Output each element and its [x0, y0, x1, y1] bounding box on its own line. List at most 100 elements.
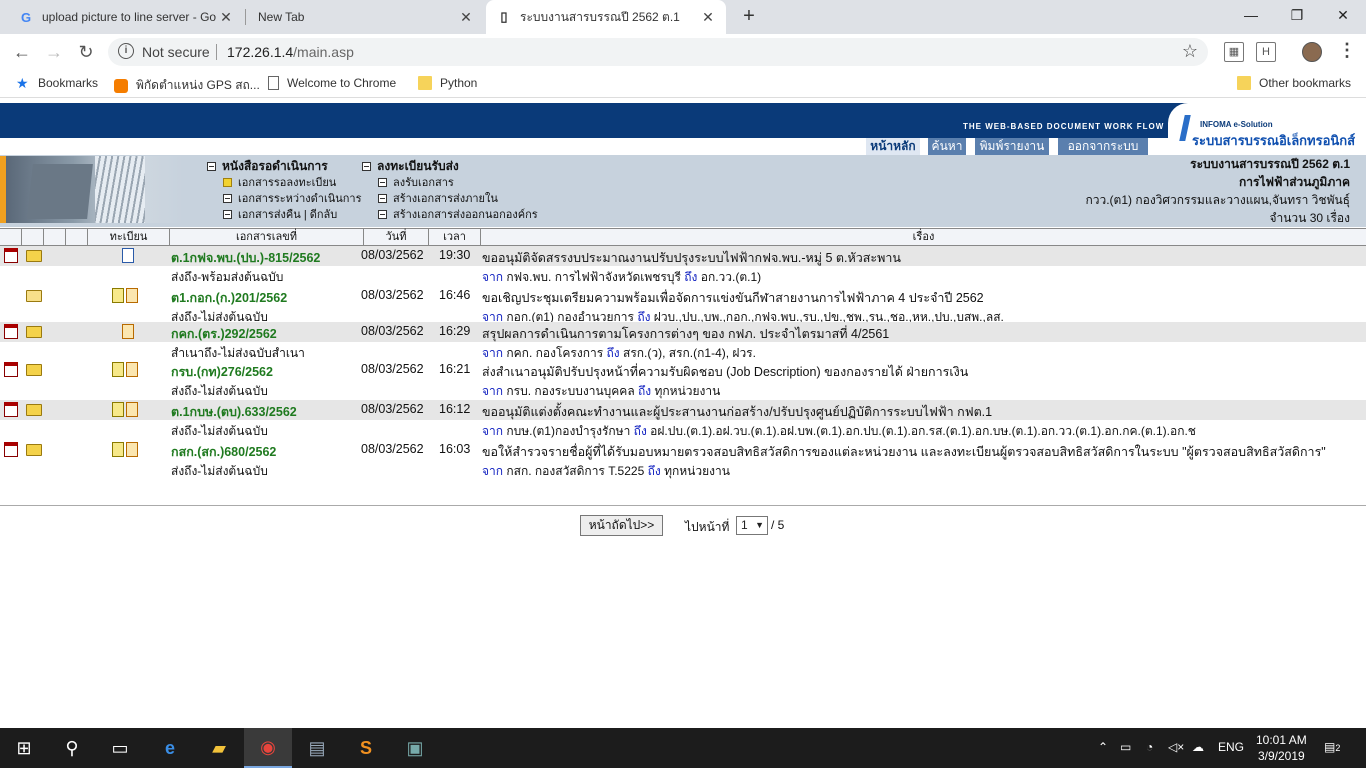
document-app-icon[interactable]: ▤: [293, 728, 341, 768]
document-icon[interactable]: [112, 442, 124, 457]
chevron-up-icon[interactable]: ⌃: [1098, 740, 1108, 754]
open-folder-icon[interactable]: [26, 290, 42, 302]
windows-start-icon[interactable]: ⊞: [0, 728, 48, 768]
onedrive-icon[interactable]: ☁: [1192, 740, 1204, 754]
menu-item-internal[interactable]: สร้างเอกสารส่งภายใน: [362, 190, 538, 206]
folder-icon[interactable]: [26, 404, 42, 416]
menu-item-receive[interactable]: ลงรับเอกสาร: [362, 174, 538, 190]
bookmark-python[interactable]: Python: [418, 76, 477, 90]
info-icon[interactable]: i: [118, 43, 134, 59]
table-row[interactable]: กรบ.(กท)276/2562 08/03/2562 16:21 ส่งสำเ…: [0, 360, 1366, 400]
maximize-button[interactable]: ❐: [1274, 0, 1320, 30]
nav-print-report[interactable]: พิมพ์รายงาน: [975, 138, 1049, 155]
doc-subject[interactable]: ขอให้สำรวจรายชื่อผู้ที่ได้รับมอบหมายตรวจ…: [482, 442, 1366, 462]
doc-number[interactable]: ต.1กฟจ.พบ.(ปบ.)-815/2562: [171, 248, 320, 268]
qr-extension-icon[interactable]: ▦: [1224, 42, 1244, 62]
column-header-time[interactable]: เวลา: [429, 229, 481, 245]
folder-icon[interactable]: [26, 364, 42, 376]
profile-avatar[interactable]: [1302, 42, 1322, 62]
bookmark-welcome[interactable]: Welcome to Chrome: [268, 76, 396, 90]
menu-item-await-register[interactable]: เอกสารรอลงทะเบียน: [207, 174, 361, 190]
notification-icon[interactable]: ▤2: [1324, 740, 1340, 754]
forward-button[interactable]: →: [42, 40, 66, 64]
doc-subject[interactable]: ขอเชิญประชุมเตรียมความพร้อมเพื่อจัดการแข…: [482, 288, 984, 308]
document-icon[interactable]: [126, 402, 138, 417]
doc-number[interactable]: ต.1กบษ.(ตบ).633/2562: [171, 402, 297, 422]
search-icon[interactable]: ⚲: [48, 728, 96, 768]
chrome-menu-icon[interactable]: ⋮: [1338, 40, 1356, 61]
table-row[interactable]: ต.1กฟจ.พบ.(ปบ.)-815/2562 08/03/2562 19:3…: [0, 246, 1366, 286]
column-header-subject[interactable]: เรื่อง: [481, 229, 1366, 245]
tab-new-tab[interactable]: New Tab ✕: [248, 0, 484, 34]
close-icon[interactable]: ✕: [700, 9, 716, 26]
close-icon[interactable]: ✕: [218, 9, 234, 26]
bookmark-bookmarks[interactable]: ★ Bookmarks: [16, 76, 98, 90]
page-select[interactable]: 1 ▼: [736, 516, 768, 535]
document-icon[interactable]: [126, 442, 138, 457]
doc-number[interactable]: กคก.(ตร.)292/2562: [171, 324, 277, 344]
menu-group-title[interactable]: หนังสือรอดำเนินการ: [207, 158, 361, 174]
document-icon[interactable]: [126, 362, 138, 377]
pdf-icon[interactable]: [4, 362, 18, 377]
doc-number[interactable]: กรบ.(กท)276/2562: [171, 362, 273, 382]
nav-logout[interactable]: ออกจากระบบ: [1058, 138, 1148, 155]
collapse-icon[interactable]: [207, 161, 216, 171]
language-indicator[interactable]: ENG: [1218, 740, 1244, 754]
sublime-text-icon[interactable]: S: [342, 728, 390, 768]
battery-icon[interactable]: ▭: [1120, 740, 1131, 754]
folder-icon[interactable]: [26, 444, 42, 456]
bookmark-star-icon[interactable]: ☆: [1182, 41, 1198, 62]
menu-item-returned[interactable]: เอกสารส่งคืน | ดีกลับ: [207, 206, 361, 222]
table-row[interactable]: กคก.(ตร.)292/2562 08/03/2562 16:29 สรุปผ…: [0, 322, 1366, 362]
menu-group-title[interactable]: ลงทะเบียนรับส่ง: [362, 158, 538, 174]
menu-item-in-progress[interactable]: เอกสารระหว่างดำเนินการ: [207, 190, 361, 206]
column-header-date[interactable]: วันที่: [364, 229, 429, 245]
back-button[interactable]: ←: [10, 40, 34, 64]
folder-icon[interactable]: [26, 326, 42, 338]
document-icon[interactable]: [122, 248, 134, 263]
doc-subject[interactable]: สรุปผลการดำเนินการตามโครงการต่างๆ ของ กฟ…: [482, 324, 889, 344]
extension-icon[interactable]: H: [1256, 42, 1276, 62]
clock[interactable]: 10:01 AM 3/9/2019: [1256, 732, 1307, 764]
minimize-button[interactable]: —: [1228, 0, 1274, 30]
table-row[interactable]: ต1.กอก.(ก.)201/2562 08/03/2562 16:46 ขอเ…: [0, 286, 1366, 326]
volume-icon[interactable]: ◁×: [1168, 740, 1184, 754]
close-icon[interactable]: ✕: [458, 9, 474, 26]
table-row[interactable]: กสก.(สก.)680/2562 08/03/2562 16:03 ขอให้…: [0, 440, 1366, 480]
reload-button[interactable]: ↻: [74, 40, 98, 64]
document-icon[interactable]: [122, 324, 134, 339]
doc-subject[interactable]: ส่งสำเนาอนุมัติปรับปรุงหน้าที่ความรับผิด…: [482, 362, 968, 382]
address-bar[interactable]: i Not secure 172.26.1.4/main.asp ☆: [108, 38, 1208, 66]
menu-item-external[interactable]: สร้างเอกสารส่งออกนอกองค์กร: [362, 206, 538, 222]
doc-number[interactable]: กสก.(สก.)680/2562: [171, 442, 276, 462]
document-icon[interactable]: [112, 402, 124, 417]
pdf-icon[interactable]: [4, 402, 18, 417]
chrome-icon[interactable]: ◉: [244, 728, 292, 768]
wifi-icon[interactable]: ◔: [1146, 740, 1153, 754]
document-icon[interactable]: [112, 288, 124, 303]
other-bookmarks[interactable]: Other bookmarks: [1237, 76, 1351, 90]
edge-icon[interactable]: e: [146, 728, 194, 768]
task-view-icon[interactable]: ▭: [96, 728, 144, 768]
bookmark-gps[interactable]: พิกัดตำแหน่ง GPS สถ...: [114, 76, 260, 95]
pdf-icon[interactable]: [4, 324, 18, 339]
next-page-button[interactable]: หน้าถัดไป>>: [580, 515, 663, 536]
column-header-register[interactable]: ทะเบียน: [88, 229, 170, 245]
new-tab-button[interactable]: +: [737, 4, 761, 28]
url-text[interactable]: 172.26.1.4/main.asp: [227, 44, 354, 60]
document-icon[interactable]: [112, 362, 124, 377]
file-explorer-icon[interactable]: ▰: [195, 728, 243, 768]
collapse-icon[interactable]: [362, 161, 371, 171]
nav-home[interactable]: หน้าหลัก: [866, 138, 920, 155]
nav-search[interactable]: ค้นหา: [928, 138, 966, 155]
doc-subject[interactable]: ขออนุมัติจัดสรรงบประมาณงานปรับปรุงระบบไฟ…: [482, 248, 901, 268]
doc-number[interactable]: ต1.กอก.(ก.)201/2562: [171, 288, 287, 308]
remote-desktop-icon[interactable]: ▣: [391, 728, 439, 768]
doc-subject[interactable]: ขออนุมัติแต่งตั้งคณะทำงานและผู้ประสานงาน…: [482, 402, 992, 422]
table-row[interactable]: ต.1กบษ.(ตบ).633/2562 08/03/2562 16:12 ขอ…: [0, 400, 1366, 440]
pdf-icon[interactable]: [4, 248, 18, 263]
pdf-icon[interactable]: [4, 442, 18, 457]
security-label[interactable]: Not secure: [142, 44, 210, 60]
tab-saraban[interactable]: ▯ ระบบงานสารบรรณปี 2562 ต.1 ✕: [486, 0, 726, 34]
column-header-docno[interactable]: เอกสารเลขที่: [170, 229, 364, 245]
